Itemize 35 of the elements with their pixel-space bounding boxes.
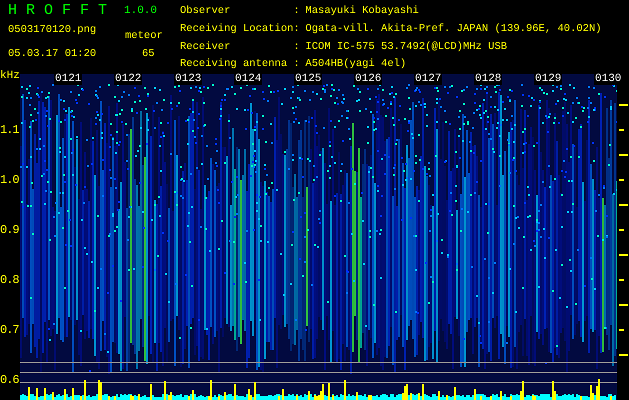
app-title: H R O F F T xyxy=(8,3,108,19)
colon: : xyxy=(293,56,306,74)
field-label: Receiver xyxy=(180,40,232,54)
time-label: 0123 xyxy=(174,73,202,85)
time-label: 0122 xyxy=(114,73,142,85)
time-label: 0125 xyxy=(294,73,322,85)
field-label: Observer xyxy=(180,4,232,19)
field-value: A504HB(yagi 4el) xyxy=(305,57,408,72)
colon: : xyxy=(293,40,301,54)
time-label: 0124 xyxy=(234,73,262,85)
frequency-label: 1.0 xyxy=(0,172,20,189)
field-label: Receiving antenna xyxy=(180,57,288,72)
colon: : xyxy=(293,20,306,38)
time-label: 0130 xyxy=(594,73,622,85)
axis-unit: kHz xyxy=(0,70,20,82)
time-label: 0126 xyxy=(354,73,382,85)
count-label: meteor xyxy=(124,29,164,44)
field-value: Ogata-vill. Akita-Pref. JAPAN (139.96E, 40.02N) xyxy=(305,22,602,37)
app-version: 1.0.0 xyxy=(123,4,158,19)
frequency-label: 0.9 xyxy=(0,222,20,239)
frequency-label: 0.8 xyxy=(0,272,20,289)
time-label: 0129 xyxy=(534,73,562,85)
field-value: ICOM IC-575 53.7492(@LCD)MHz USB xyxy=(305,40,508,54)
time-label: 0128 xyxy=(474,73,502,85)
colon: : xyxy=(293,4,301,19)
meteor-count: 65 xyxy=(141,47,156,62)
file-name: 0503170120.png xyxy=(8,23,98,38)
time-label: 0127 xyxy=(414,73,442,85)
frequency-label: 0.7 xyxy=(0,322,20,339)
frequency-label: 1.1 xyxy=(0,122,20,139)
field-label: Receiving Location xyxy=(180,22,294,37)
time-label: 0121 xyxy=(54,73,82,85)
date-time: 05.03.17 01:20 xyxy=(8,47,98,62)
field-value: Masayuki Kobayashi xyxy=(305,4,420,19)
frequency-label: 0.6 xyxy=(0,372,20,389)
